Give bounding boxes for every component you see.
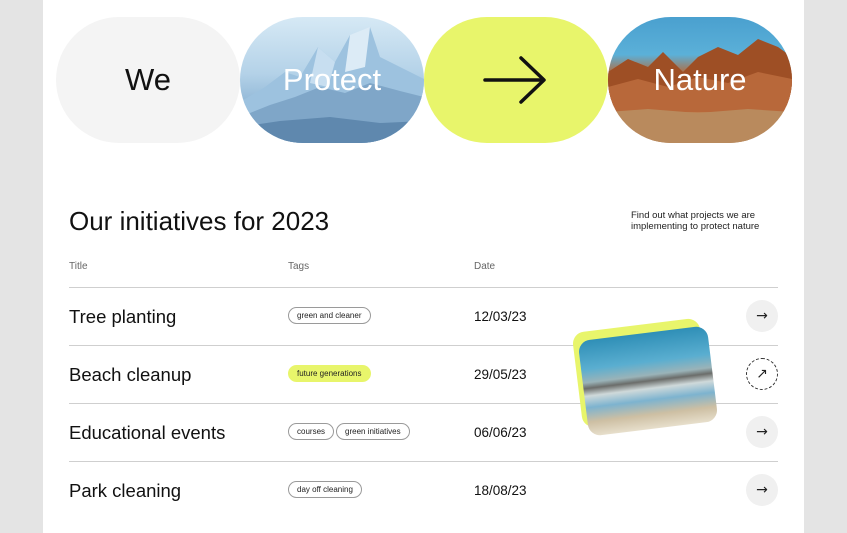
initiative-date: 18/08/23 (474, 483, 527, 498)
hero-pill-arrow[interactable] (424, 17, 608, 143)
hero-word-we: We (125, 62, 171, 97)
table-row[interactable]: Park cleaning day off cleaning 18/08/23 … (69, 461, 778, 519)
initiative-date: 12/03/23 (474, 309, 527, 324)
page: We Protect Nature Our initiatives for 20… (43, 0, 804, 533)
tag-chip[interactable]: green and cleaner (288, 307, 371, 324)
tag-chip[interactable]: future generations (288, 365, 371, 382)
column-header-date: Date (474, 261, 496, 272)
hero-pill-protect: Protect (240, 17, 424, 143)
arrow-up-right-icon: ↗ (756, 366, 768, 382)
lake-photo (577, 325, 719, 437)
column-header-tags: Tags (288, 261, 310, 272)
arrow-right-icon: → (756, 424, 768, 440)
tag-list: future generations (288, 365, 371, 382)
hero-banner: We Protect Nature (56, 17, 792, 143)
column-header-title: Title (69, 261, 88, 272)
initiative-date: 06/06/23 (474, 425, 527, 440)
hero-pill-nature: Nature (608, 17, 792, 143)
hero-word-nature: Nature (653, 62, 747, 97)
section-heading: Our initiatives for 2023 (69, 206, 330, 236)
initiative-title: Educational events (69, 422, 226, 443)
tag-list: day off cleaning (288, 481, 362, 498)
tag-chip[interactable]: courses (288, 423, 335, 440)
open-initiative-button[interactable]: → (746, 416, 778, 448)
arrow-right-icon: → (756, 308, 768, 324)
tag-list: green and cleaner (288, 307, 371, 324)
tag-list: courses green initiatives (288, 423, 410, 440)
tag-chip[interactable]: day off cleaning (288, 481, 362, 498)
initiative-date: 29/05/23 (474, 367, 527, 382)
open-initiative-button[interactable]: ↗ (746, 358, 778, 390)
arrow-right-icon: → (756, 482, 768, 498)
initiative-title: Tree planting (69, 306, 177, 327)
open-initiative-button[interactable]: → (746, 474, 778, 506)
initiative-title: Beach cleanup (69, 364, 192, 385)
section-note: Find out what projects we are implementi… (631, 210, 760, 232)
arrow-right-icon (483, 56, 546, 104)
hero-pill-we: We (56, 17, 240, 143)
initiative-preview-card (571, 317, 719, 437)
tag-chip[interactable]: green initiatives (336, 423, 410, 440)
initiative-title: Park cleaning (69, 480, 182, 501)
hero-word-protect: Protect (282, 62, 382, 97)
open-initiative-button[interactable]: → (746, 300, 778, 332)
